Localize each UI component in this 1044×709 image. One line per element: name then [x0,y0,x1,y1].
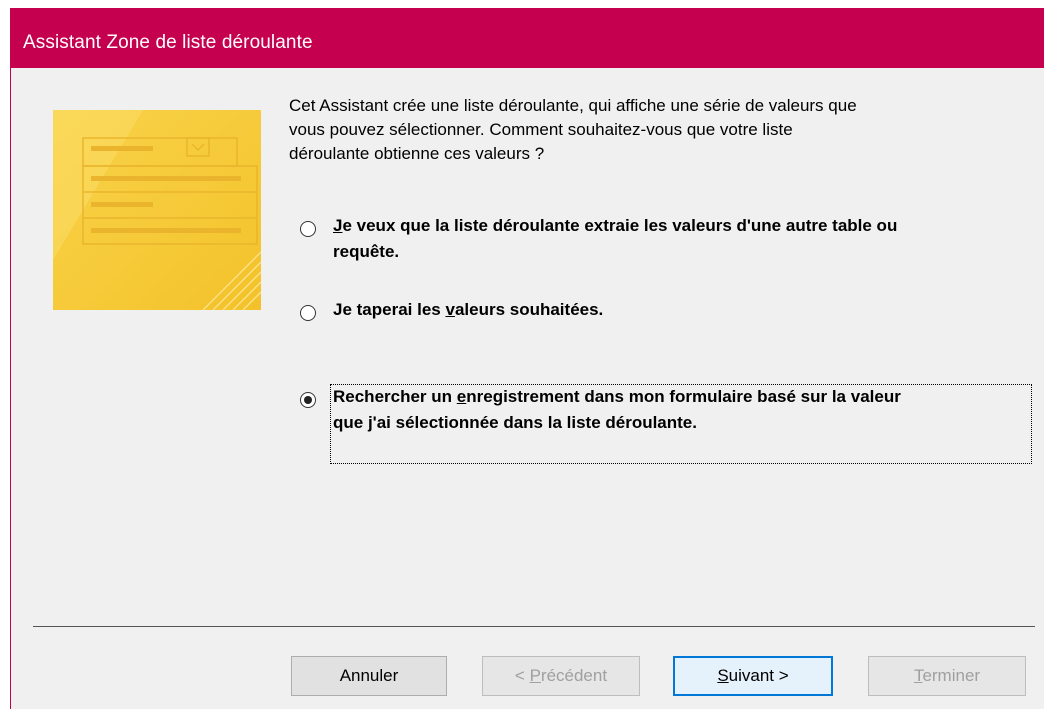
cancel-button-label: Annuler [339,666,399,685]
combo-box-illustration [53,110,262,311]
option-find-record-label-line2[interactable]: que j'ai sélectionnée dans la liste déro… [333,411,697,435]
radio-type-values[interactable] [300,305,316,321]
title-bar: Assistant Zone de liste déroulante [11,8,1044,68]
wizard-description: Cet Assistant crée une liste déroulante,… [289,94,1029,166]
finish-button[interactable]: Terminer [868,656,1026,696]
previous-button-label: < Précédent [514,666,608,685]
window-title: Assistant Zone de liste déroulante [23,32,313,53]
option-lookup-table-label[interactable]: Je veux que la liste déroulante extraie … [333,214,897,238]
cancel-button[interactable]: Annuler [291,656,447,696]
combo-box-illustration-icon [53,110,262,311]
description-line: déroulante obtienne ces valeurs ? [289,144,545,163]
next-button[interactable]: Suivant > [673,656,833,696]
previous-button[interactable]: < Précédent [482,656,640,696]
description-line: vous pouvez sélectionner. Comment souhai… [289,120,793,139]
option-find-record-label[interactable]: Rechercher un enregistrement dans mon fo… [333,385,901,409]
finish-button-label: Terminer [913,666,981,685]
option-type-values-label[interactable]: Je taperai les valeurs souhaitées. [333,298,603,322]
combo-box-wizard-dialog: Assistant Zone de liste déroulante Cet A… [10,8,1044,709]
option-lookup-table-label-line2[interactable]: requête. [333,240,399,264]
divider [33,626,1035,627]
next-button-label: Suivant > [717,666,789,685]
description-line: Cet Assistant crée une liste déroulante,… [289,96,857,115]
radio-lookup-table[interactable] [300,221,316,237]
radio-find-record[interactable] [300,392,316,408]
